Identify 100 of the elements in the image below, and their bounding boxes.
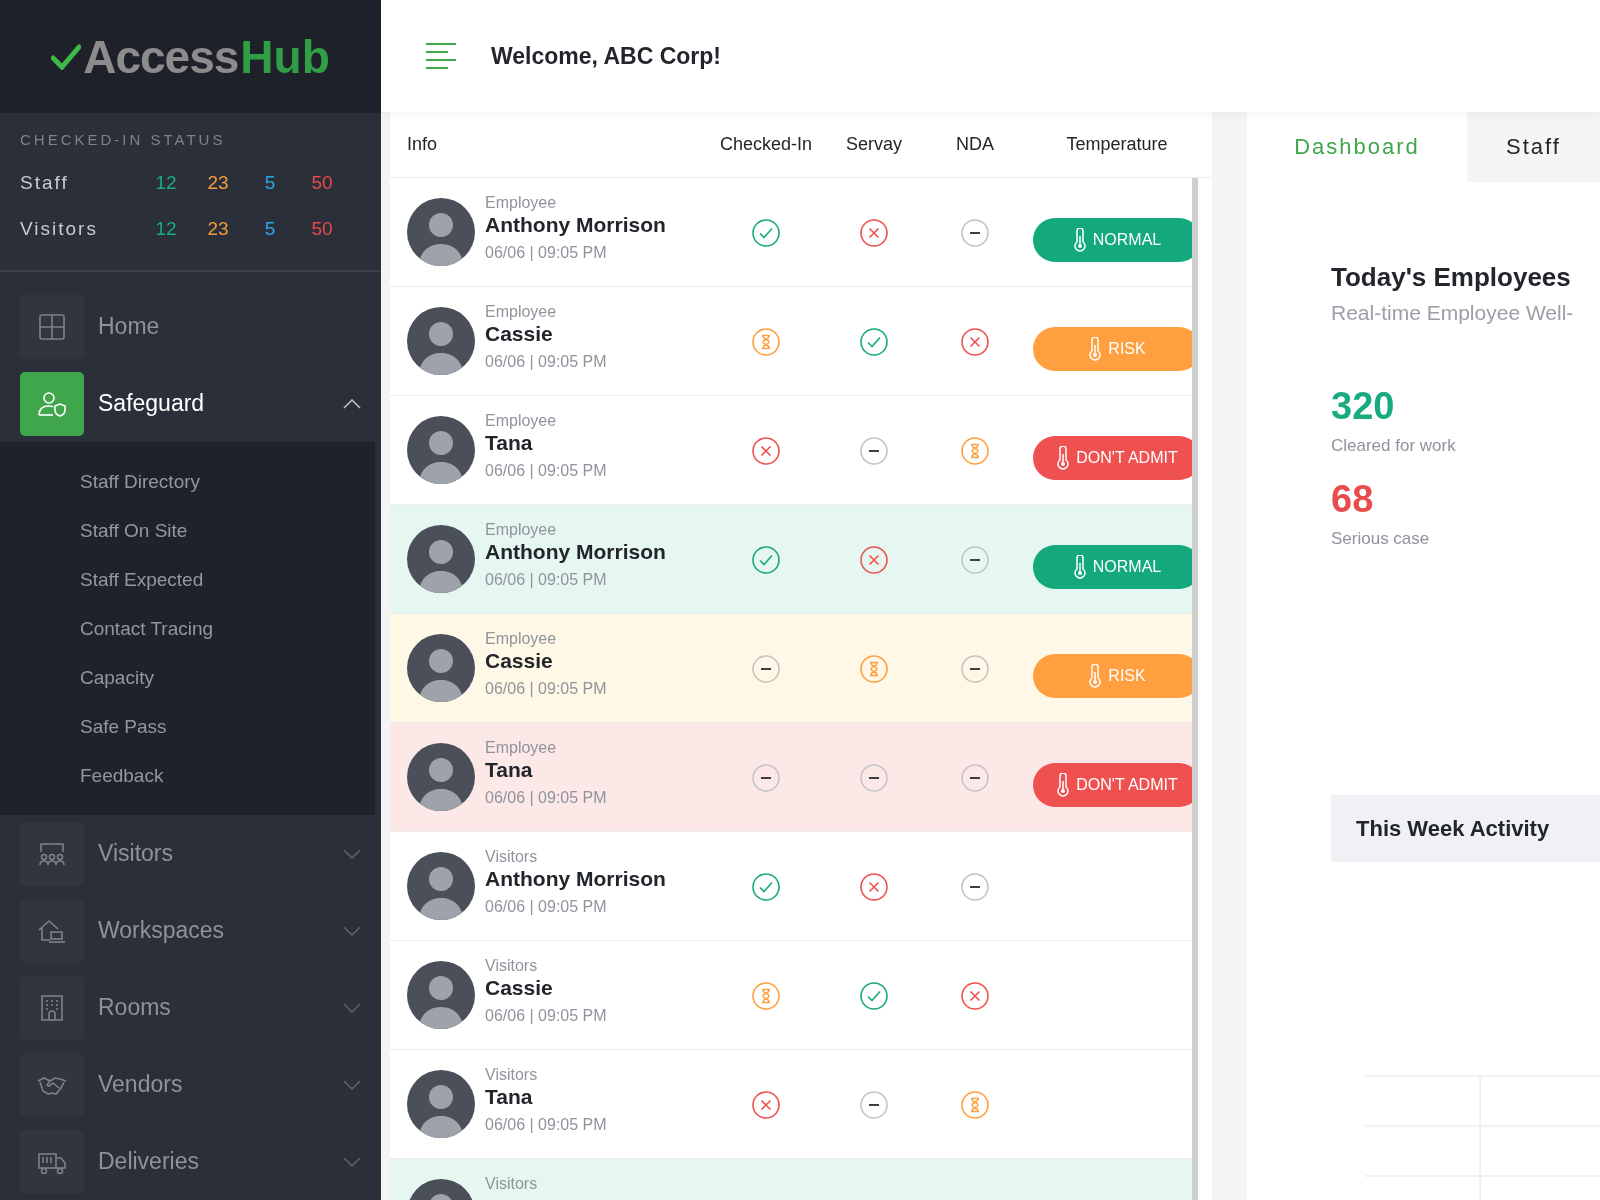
minus-circle-icon [859,436,889,466]
nav-item[interactable]: Workspaces [0,892,381,969]
temperature-status[interactable]: DON'T ADMIT [1033,763,1192,807]
minus-circle-icon [751,763,781,793]
column-header: Temperature [1066,134,1168,155]
column-header: NDA [956,134,994,155]
person-category: Employee [485,739,558,757]
submenu-item[interactable]: Feedback [0,750,375,799]
person-name: Anthony Morrison [485,540,666,564]
check-icon [51,43,82,70]
nav-item[interactable]: Vendors [0,1046,381,1123]
person-name: Cassie [485,322,554,346]
check-in-time: 06/06 | 09:05 PM [485,571,608,589]
hourglass-icon [960,436,990,466]
hourglass-icon [859,654,889,684]
temperature-status[interactable]: NORMAL [1033,218,1192,262]
person-name: Anthony Morrison [485,213,666,237]
person-category: Employee [485,412,558,430]
minus-circle-icon [960,872,990,902]
status-count: 23 [206,218,230,240]
stat-value: 68 [1331,478,1375,521]
submenu-item[interactable]: Capacity [0,652,375,701]
x-circle-icon [859,545,889,575]
x-circle-icon [751,436,781,466]
person-category: Employee [485,303,558,321]
check-circle-icon [751,218,781,248]
person-name: Anthony Morrison [485,867,666,891]
check-circle-icon [859,981,889,1011]
person-category: Visitors [485,1175,538,1193]
menu-icon [425,42,457,70]
column-header: Checked-In [719,134,813,155]
thermometer-icon [1088,664,1103,688]
status-count: 50 [310,172,334,194]
column-header: Servay [846,134,902,155]
status-label: Staff [20,172,70,194]
stat-label: Cleared for work [1331,436,1457,456]
minus-circle-icon [751,654,781,684]
nav-item[interactable]: Rooms [0,969,381,1046]
stat-value: 320 [1331,385,1396,428]
check-in-time: 06/06 | 09:05 PM [485,898,608,916]
person-category: Visitors [485,848,539,866]
check-in-time: 06/06 | 09:05 PM [485,353,607,371]
menu-button[interactable] [425,42,457,70]
status-count: 5 [263,218,277,240]
minus-circle-icon [960,218,990,248]
minus-circle-icon [960,545,990,575]
nav-item[interactable]: Visitors [0,815,381,892]
status-count: 12 [154,172,178,194]
person-name: Tana [485,758,534,782]
column-header: Info [407,134,438,154]
person-category: Employee [485,194,558,212]
x-circle-icon [960,327,990,357]
thermometer-icon [1072,555,1087,579]
person-name: Tana [485,431,534,455]
person-category: Visitors [485,1066,539,1084]
check-circle-icon [751,872,781,902]
thermometer-icon [1056,773,1071,797]
person-name: Cassie [485,976,554,1000]
x-circle-icon [859,872,889,902]
welcome-title: Welcome, ABC Corp! [491,42,722,70]
submenu-item[interactable]: Contact Tracing [0,603,375,652]
check-circle-icon [751,545,781,575]
activity-title: This Week Activity [1356,815,1550,842]
status-count: 23 [206,172,230,194]
status-count: 50 [310,218,334,240]
check-in-time: 06/06 | 09:05 PM [485,1116,607,1134]
person-category: Employee [485,630,558,648]
status-count: 12 [154,218,178,240]
x-circle-icon [960,981,990,1011]
check-in-time: 06/06 | 09:05 PM [485,789,607,807]
temperature-status[interactable]: NORMAL [1033,545,1192,589]
section-title: Today's Employees [1331,262,1572,293]
nav-item[interactable]: Home [0,288,381,365]
thermometer-icon [1088,337,1103,361]
section-subtitle: Real-time Employee Well- [1331,301,1575,325]
thermometer-icon [1072,228,1087,252]
stat-label: Serious case [1331,529,1431,549]
minus-circle-icon [960,654,990,684]
person-category: Employee [485,521,558,539]
hourglass-icon [751,981,781,1011]
submenu-item[interactable]: Safe Pass [0,701,375,750]
submenu-item[interactable]: Staff Directory [0,456,375,505]
check-in-time: 06/06 | 09:05 PM [485,244,608,262]
check-circle-icon [859,327,889,357]
x-circle-icon [751,1090,781,1120]
person-name: Cassie [485,649,554,673]
hourglass-icon [960,1090,990,1120]
nav-item[interactable]: Deliveries [0,1123,381,1200]
hourglass-icon [751,327,781,357]
tab[interactable]: Staff [1467,112,1600,182]
submenu-item[interactable]: Staff Expected [0,554,375,603]
minus-circle-icon [859,763,889,793]
logo-text: Access [83,29,239,84]
temperature-status[interactable]: DON'T ADMIT [1033,436,1192,480]
section-title: CHECKED-IN STATUS [20,131,227,148]
status-count: 5 [263,172,277,194]
submenu-item[interactable]: Staff On Site [0,505,375,554]
nav-item[interactable]: Safeguard [0,365,381,442]
person-category: Visitors [485,957,539,975]
thermometer-icon [1056,446,1071,470]
